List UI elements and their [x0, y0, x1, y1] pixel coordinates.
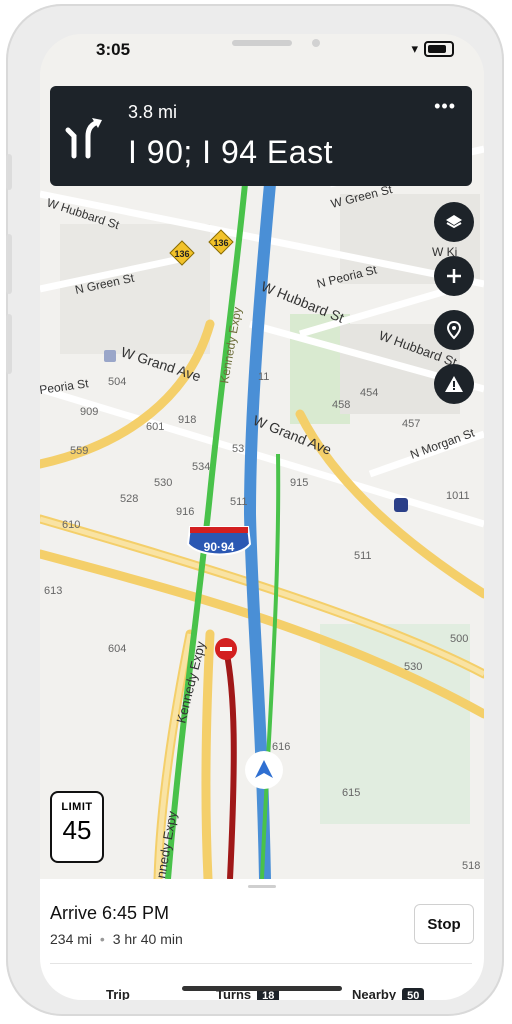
layers-button[interactable]	[434, 202, 474, 242]
svg-text:915: 915	[290, 477, 308, 489]
separator-dot: •	[99, 931, 105, 947]
sheet-drag-handle[interactable]	[248, 885, 276, 888]
volume-down-button	[6, 314, 12, 374]
svg-text:613: 613	[44, 585, 62, 597]
nearby-count-badge: 50	[402, 988, 425, 1000]
stop-button[interactable]: Stop	[414, 904, 474, 944]
volume-up-button	[6, 234, 12, 294]
svg-text:909: 909	[80, 406, 98, 418]
arrival-time: Arrive 6:45 PM	[50, 903, 170, 923]
svg-text:616: 616	[272, 741, 290, 753]
home-indicator[interactable]	[182, 986, 342, 991]
svg-text:500: 500	[450, 633, 468, 645]
status-icons: ▾	[411, 41, 454, 57]
keep-right-icon	[65, 118, 102, 159]
location-pin-icon	[446, 320, 462, 340]
divider	[50, 963, 472, 964]
svg-text:457: 457	[402, 418, 420, 430]
svg-text:504: 504	[108, 376, 126, 388]
location-button[interactable]	[434, 310, 474, 350]
trip-distance: 234 mi	[50, 931, 93, 947]
plus-icon	[447, 269, 461, 283]
svg-text:528: 528	[120, 493, 138, 505]
svg-text:615: 615	[342, 787, 360, 799]
front-camera	[312, 39, 320, 47]
warning-icon	[445, 376, 463, 392]
speed-limit-label: LIMIT	[61, 801, 93, 813]
tab-trip[interactable]: Trip	[106, 987, 130, 1000]
svg-text:11: 11	[258, 371, 269, 383]
device-frame: 136 136 90·94 W Hubbard St N Green St W …	[6, 4, 504, 1016]
shield-136-text: 136	[174, 249, 189, 259]
speed-limit-sign: LIMIT 45	[50, 791, 104, 863]
svg-text:1011: 1011	[446, 490, 470, 502]
trip-duration: 3 hr 40 min	[112, 931, 183, 947]
svg-text:511: 511	[354, 550, 372, 562]
svg-text:136: 136	[213, 238, 228, 248]
status-time: 3:05	[96, 40, 131, 59]
svg-text:90·94: 90·94	[204, 540, 235, 554]
more-options-button[interactable]: •••	[434, 96, 456, 117]
screen: 136 136 90·94 W Hubbard St N Green St W …	[40, 34, 484, 1000]
speed-limit-value: 45	[62, 815, 92, 845]
layers-icon	[446, 215, 462, 229]
svg-text:610: 610	[62, 519, 80, 531]
report-hazard-button[interactable]	[434, 364, 474, 404]
road-name: I 90; I 94 East	[128, 134, 333, 170]
svg-text:534: 534	[192, 461, 210, 473]
turn-distance: 3.8 mi	[128, 102, 178, 122]
svg-text:454: 454	[360, 387, 378, 399]
svg-text:458: 458	[332, 399, 350, 411]
svg-text:518: 518	[462, 860, 480, 872]
svg-text:918: 918	[178, 414, 196, 426]
add-button[interactable]	[434, 256, 474, 296]
svg-text:511: 511	[230, 496, 248, 508]
svg-text:604: 604	[108, 643, 126, 655]
trip-summary-sheet[interactable]: Arrive 6:45 PM 234 mi • 3 hr 40 min Stop…	[40, 879, 484, 1000]
svg-text:559: 559	[70, 445, 88, 457]
mute-switch	[6, 154, 12, 190]
svg-text:530: 530	[154, 477, 172, 489]
trip-stats: 234 mi • 3 hr 40 min	[50, 931, 183, 947]
svg-text:530: 530	[404, 661, 422, 673]
speaker-grille	[232, 40, 292, 46]
battery-icon	[424, 41, 454, 57]
tab-nearby[interactable]: Nearby 50	[352, 987, 425, 1000]
wifi-icon: ▾	[411, 41, 418, 56]
svg-text:53: 53	[232, 443, 244, 455]
interstate-shield: 90·94	[186, 526, 252, 556]
svg-text:916: 916	[176, 506, 194, 518]
turn-instruction-banner[interactable]: 3.8 mi I 90; I 94 East •••	[50, 86, 472, 186]
svg-text:601: 601	[146, 421, 164, 433]
